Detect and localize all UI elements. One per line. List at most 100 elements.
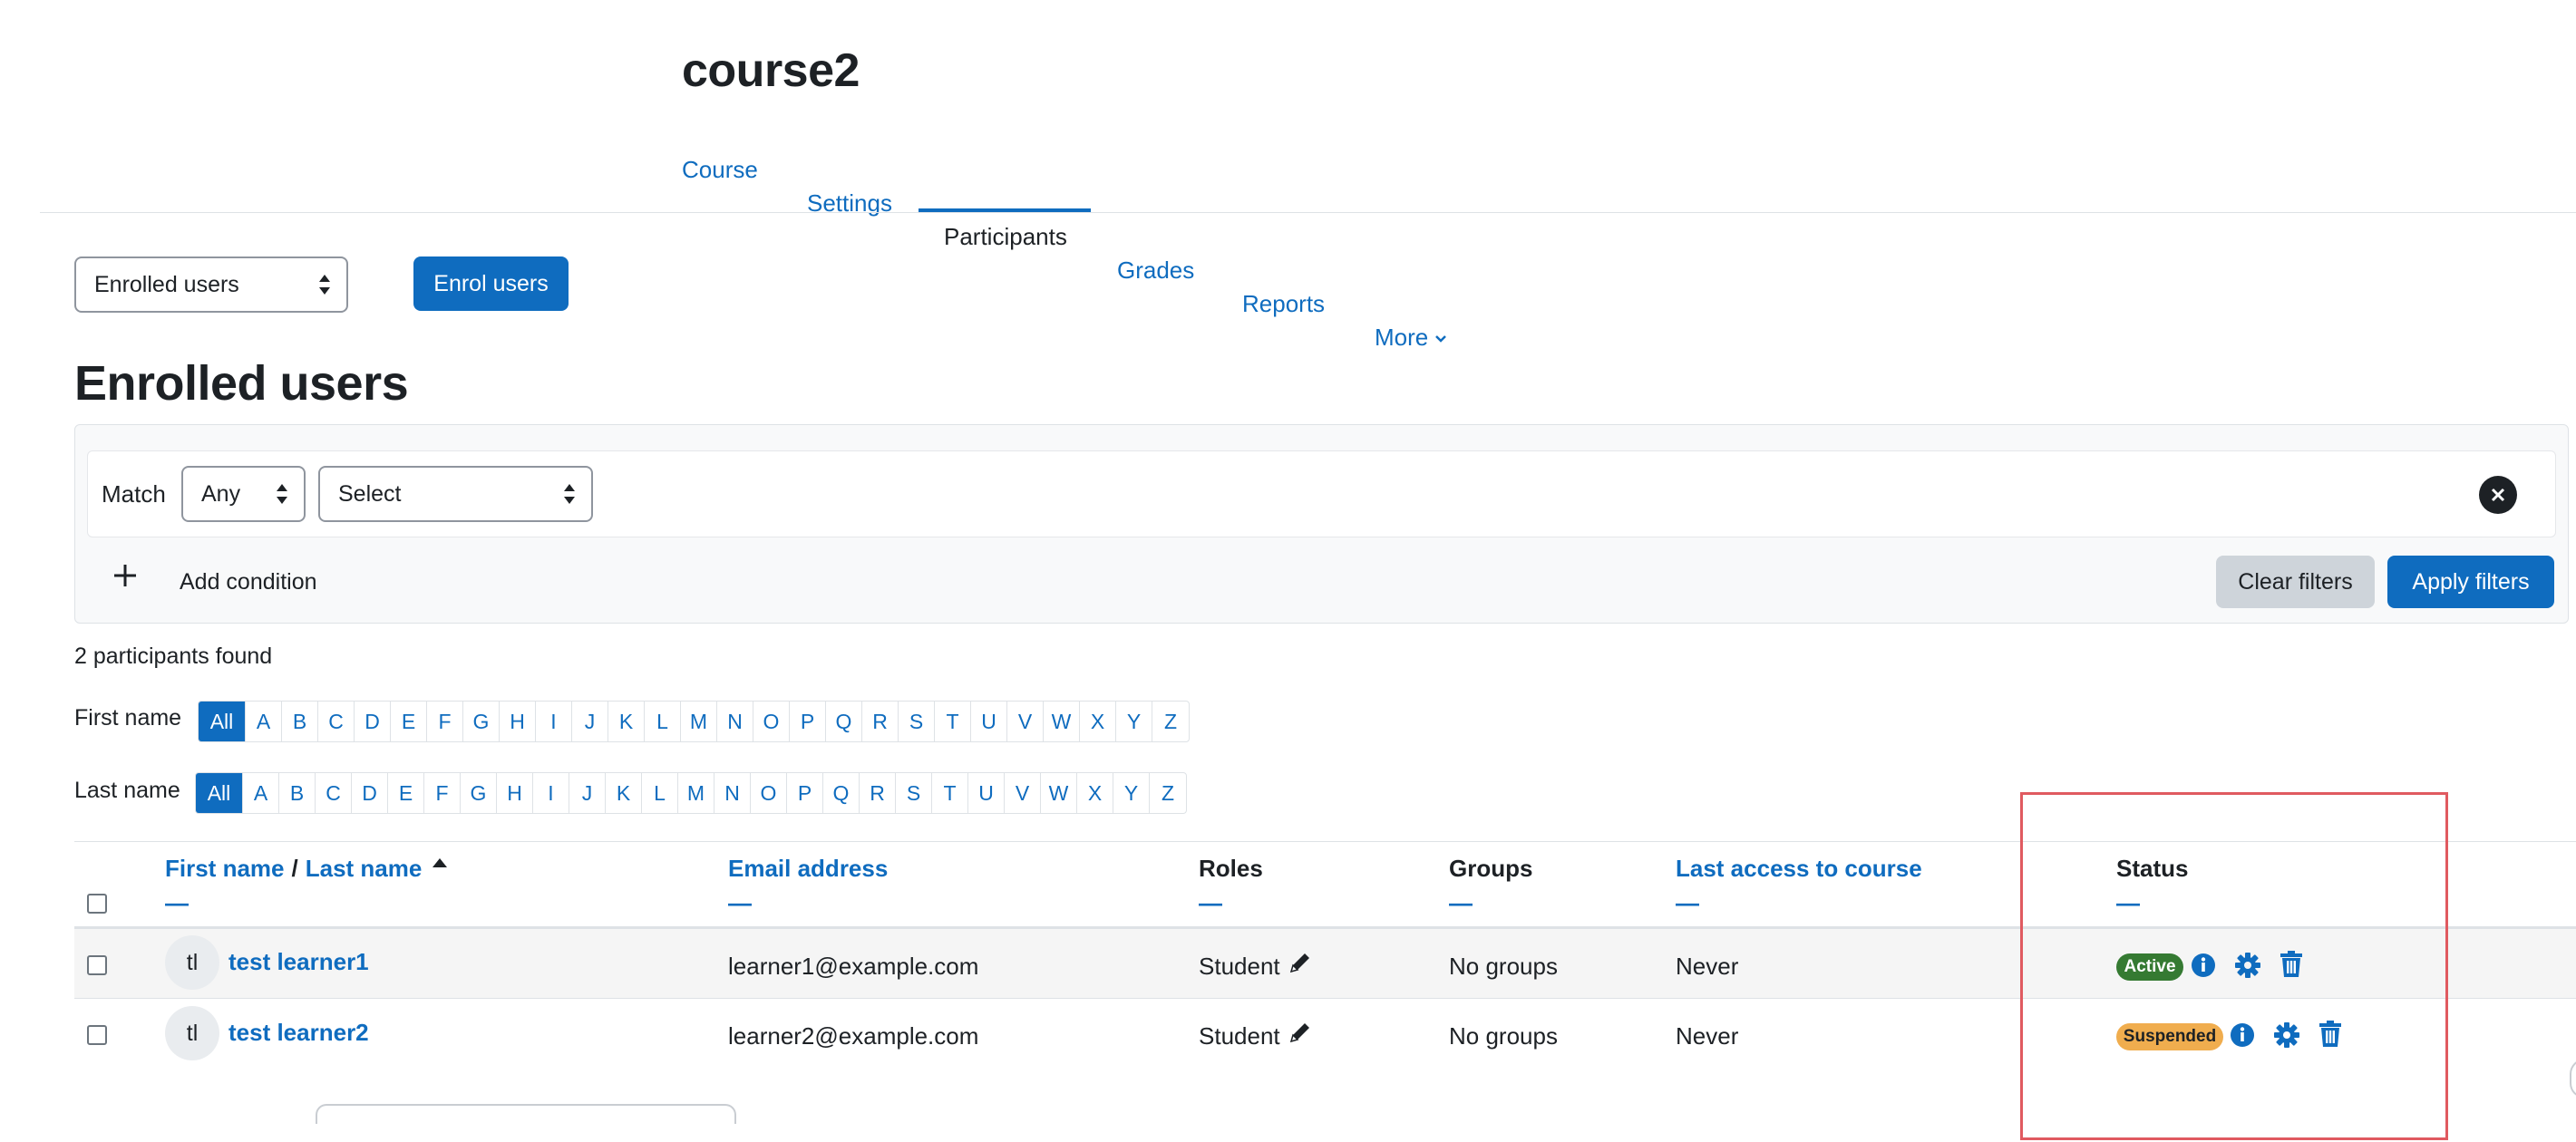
user-last-access: Never [1676,953,1739,980]
last-name-initials-bar: All A B C D E F G H I J K L M N O P Q R S T U V W X Y Z [195,772,1187,814]
first-name-initial-z[interactable]: Z [1152,702,1189,741]
first-name-initial-e[interactable]: E [391,702,427,741]
first-name-initial-f[interactable]: F [427,702,463,741]
last-name-initial-n[interactable]: N [714,773,751,813]
last-name-initial-x[interactable]: X [1077,773,1113,813]
first-name-initial-g[interactable]: G [463,702,500,741]
last-name-initial-o[interactable]: O [751,773,787,813]
last-name-initial-w[interactable]: W [1041,773,1077,813]
match-select[interactable]: Any [181,466,306,522]
last-name-initial-f[interactable]: F [424,773,461,813]
apply-filters-button[interactable]: Apply filters [2387,556,2554,608]
first-name-initial-l[interactable]: L [645,702,681,741]
first-name-initial-i[interactable]: I [536,702,572,741]
last-name-initial-i[interactable]: I [533,773,569,813]
first-name-initial-v[interactable]: V [1007,702,1044,741]
last-name-initial-e[interactable]: E [388,773,424,813]
column-header-name: First name / Last name [165,855,449,883]
collapse-last-access-column[interactable]: — [1676,889,1699,917]
last-name-initial-j[interactable]: J [569,773,606,813]
plus-icon[interactable] [112,560,138,595]
user-role: Student [1199,1022,1280,1050]
last-name-initial-v[interactable]: V [1005,773,1041,813]
status-column-highlight [2020,792,2448,1140]
last-name-initial-p[interactable]: P [787,773,823,813]
first-name-initial-k[interactable]: K [608,702,645,741]
tab-participants[interactable]: Participants [944,218,2576,251]
clear-filters-button[interactable]: Clear filters [2216,556,2375,608]
collapse-name-column[interactable]: — [165,889,189,917]
collapse-email-column[interactable]: — [728,889,752,917]
first-name-initial-q[interactable]: Q [826,702,862,741]
collapse-groups-column[interactable]: — [1449,889,1473,917]
add-condition-button[interactable]: Add condition [180,569,317,595]
user-role: Student [1199,953,1280,980]
chevron-down-icon [1435,334,1447,343]
first-name-initial-m[interactable]: M [681,702,717,741]
user-name-link[interactable]: test learner1 [228,948,369,976]
tab-reports[interactable]: Reports [1242,285,2576,318]
last-name-initial-l[interactable]: L [642,773,678,813]
last-name-initial-y[interactable]: Y [1113,773,1150,813]
first-name-initial-r[interactable]: R [862,702,899,741]
last-name-initial-all[interactable]: All [196,773,243,813]
first-name-initial-p[interactable]: P [790,702,826,741]
sort-ascending-icon [433,857,448,867]
row-select-checkbox[interactable] [87,955,107,975]
last-name-initial-b[interactable]: B [279,773,316,813]
first-name-initial-w[interactable]: W [1044,702,1080,741]
first-name-initial-s[interactable]: S [899,702,935,741]
last-name-initial-g[interactable]: G [461,773,497,813]
last-name-initial-d[interactable]: D [352,773,388,813]
row-select-checkbox[interactable] [87,1025,107,1045]
first-name-initial-y[interactable]: Y [1116,702,1152,741]
participants-view-select[interactable]: Enrolled users [74,256,348,313]
last-name-initial-h[interactable]: H [497,773,533,813]
pencil-icon[interactable] [1288,1020,1313,1045]
first-name-initial-j[interactable]: J [572,702,608,741]
last-name-initial-q[interactable]: Q [823,773,860,813]
first-name-initial-x[interactable]: X [1080,702,1116,741]
first-name-initial-n[interactable]: N [717,702,753,741]
pencil-icon[interactable] [1288,950,1313,975]
match-select-value: Any [201,480,241,507]
match-label: Match [102,480,166,508]
last-name-initial-z[interactable]: Z [1150,773,1186,813]
collapse-roles-column[interactable]: — [1199,889,1222,917]
participants-view-value: Enrolled users [94,271,239,297]
select-all-checkbox[interactable] [87,894,107,914]
sort-first-name-link[interactable]: First name [165,855,285,883]
remove-condition-button[interactable] [2479,476,2517,514]
last-name-initial-c[interactable]: C [316,773,352,813]
last-name-initial-r[interactable]: R [860,773,896,813]
enrol-users-button[interactable]: Enrol users [413,256,569,311]
user-email: learner2@example.com [728,1022,979,1050]
tab-more[interactable]: More [1375,318,2576,352]
first-name-initial-all[interactable]: All [199,702,246,741]
last-name-initial-m[interactable]: M [678,773,714,813]
sort-email-link[interactable]: Email address [728,855,888,883]
first-name-initial-d[interactable]: D [355,702,391,741]
select-caret-icon [564,484,575,504]
last-name-initial-t[interactable]: T [932,773,968,813]
first-name-initial-o[interactable]: O [753,702,790,741]
first-name-initial-u[interactable]: U [971,702,1007,741]
last-name-initial-s[interactable]: S [896,773,932,813]
pagination-control-partial[interactable] [316,1104,736,1124]
user-groups: No groups [1449,953,1558,980]
first-name-initial-h[interactable]: H [500,702,536,741]
tab-more-label: More [1375,324,1429,351]
tab-grades[interactable]: Grades [1117,251,2576,285]
last-name-initial-u[interactable]: U [968,773,1005,813]
sort-last-name-link[interactable]: Last name [306,855,423,883]
first-name-initial-c[interactable]: C [318,702,355,741]
last-name-initial-a[interactable]: A [243,773,279,813]
filter-type-select[interactable]: Select [318,466,593,522]
user-name-link[interactable]: test learner2 [228,1019,369,1047]
first-name-initial-b[interactable]: B [282,702,318,741]
first-name-initial-a[interactable]: A [246,702,282,741]
tab-course[interactable]: Course [682,150,2576,184]
sort-last-access-link[interactable]: Last access to course [1676,855,1922,883]
last-name-initial-k[interactable]: K [606,773,642,813]
first-name-initial-t[interactable]: T [935,702,971,741]
